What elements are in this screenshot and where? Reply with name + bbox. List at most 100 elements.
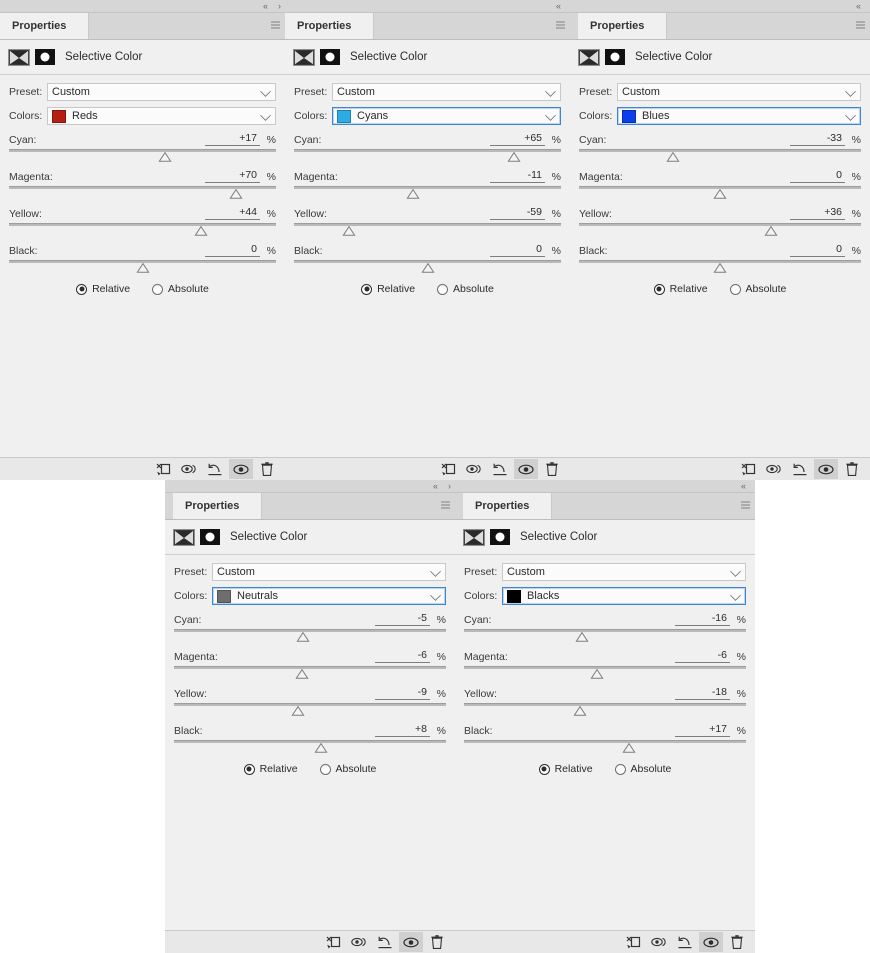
view-previous-state-button[interactable] [177,459,201,479]
radio-absolute-circle[interactable] [614,763,626,775]
slider-track-yellow[interactable] [9,223,276,237]
radio-relative[interactable]: Relative [538,763,593,775]
radio-absolute[interactable]: Absolute [437,283,494,295]
preset-dropdown[interactable]: Custom [332,83,561,101]
slider-handle-magenta[interactable] [406,189,420,199]
slider-handle-black[interactable] [622,743,636,753]
expand-panel-icon[interactable]: › [278,1,281,11]
collapse-panel-icon[interactable]: « [741,481,746,491]
panel-menu-icon[interactable] [856,21,865,30]
slider-track-yellow[interactable] [174,703,446,717]
slider-handle-magenta[interactable] [229,189,243,199]
panel-menu-icon[interactable] [271,21,280,30]
radio-absolute-circle[interactable] [319,763,331,775]
slider-value-cyan[interactable]: +65 [490,132,545,146]
slider-value-black[interactable]: 0 [205,243,260,257]
slider-track-black[interactable] [174,740,446,754]
slider-value-cyan[interactable]: -5 [375,612,430,626]
slider-track-magenta[interactable] [174,666,446,680]
slider-track-black[interactable] [294,260,561,274]
slider-value-magenta[interactable]: 0 [790,169,845,183]
view-previous-state-button[interactable] [647,932,671,952]
preset-dropdown[interactable]: Custom [212,563,446,581]
radio-absolute-circle[interactable] [152,283,164,295]
radio-relative-circle[interactable] [243,763,255,775]
slider-track-black[interactable] [464,740,746,754]
toggle-visibility-button[interactable] [514,459,538,479]
reset-button[interactable] [373,932,397,952]
clip-to-layer-button[interactable] [621,932,645,952]
slider-handle-cyan[interactable] [296,632,310,642]
slider-value-black[interactable]: 0 [490,243,545,257]
slider-track-magenta[interactable] [579,186,861,200]
layer-mask-icon[interactable] [490,529,510,545]
slider-value-cyan[interactable]: -33 [790,132,845,146]
slider-value-black[interactable]: +17 [675,723,730,737]
colors-dropdown[interactable]: Blacks [502,587,746,605]
radio-relative-circle[interactable] [538,763,550,775]
layer-mask-icon[interactable] [35,49,55,65]
slider-handle-yellow[interactable] [342,226,356,236]
radio-absolute-circle[interactable] [437,283,449,295]
panel-collapse-bar[interactable]: « [455,480,755,493]
toggle-visibility-button[interactable] [814,459,838,479]
radio-relative[interactable]: Relative [76,283,130,295]
clip-to-layer-button[interactable] [436,459,460,479]
slider-value-yellow[interactable]: -9 [375,686,430,700]
slider-value-yellow[interactable]: -18 [675,686,730,700]
slider-track-cyan[interactable] [294,149,561,163]
slider-value-black[interactable]: +8 [375,723,430,737]
colors-dropdown[interactable]: Cyans [332,107,561,125]
toggle-visibility-button[interactable] [229,459,253,479]
toggle-visibility-button[interactable] [399,932,423,952]
colors-dropdown[interactable]: Blues [617,107,861,125]
slider-track-yellow[interactable] [464,703,746,717]
delete-layer-button[interactable] [540,459,564,479]
radio-relative[interactable]: Relative [243,763,298,775]
slider-value-magenta[interactable]: +70 [205,169,260,183]
reset-button[interactable] [788,459,812,479]
slider-handle-cyan[interactable] [158,152,172,162]
view-previous-state-button[interactable] [347,932,371,952]
preset-dropdown[interactable]: Custom [47,83,276,101]
tab-properties[interactable]: Properties [0,13,90,39]
reset-button[interactable] [203,459,227,479]
slider-track-cyan[interactable] [174,629,446,643]
panel-collapse-bar[interactable]: «› [0,0,285,13]
slider-value-magenta[interactable]: -6 [375,649,430,663]
preset-dropdown[interactable]: Custom [502,563,746,581]
radio-relative[interactable]: Relative [653,283,708,295]
panel-menu-icon[interactable] [556,21,565,30]
radio-absolute[interactable]: Absolute [729,283,786,295]
delete-layer-button[interactable] [840,459,864,479]
slider-track-cyan[interactable] [464,629,746,643]
layer-mask-icon[interactable] [605,49,625,65]
slider-track-black[interactable] [579,260,861,274]
slider-handle-yellow[interactable] [291,706,305,716]
slider-handle-magenta[interactable] [590,669,604,679]
radio-relative-circle[interactable] [653,283,665,295]
collapse-panel-icon[interactable]: « [856,1,861,11]
panel-collapse-bar[interactable]: «› [165,480,455,493]
collapse-panel-icon[interactable]: « [263,1,268,11]
slider-value-magenta[interactable]: -6 [675,649,730,663]
slider-value-yellow[interactable]: +36 [790,206,845,220]
slider-value-magenta[interactable]: -11 [490,169,545,183]
slider-track-black[interactable] [9,260,276,274]
slider-handle-black[interactable] [136,263,149,273]
radio-relative-circle[interactable] [361,283,373,295]
expand-panel-icon[interactable]: › [448,481,451,491]
slider-handle-cyan[interactable] [666,152,680,162]
colors-dropdown[interactable]: Neutrals [212,587,446,605]
slider-track-cyan[interactable] [9,149,276,163]
slider-track-magenta[interactable] [464,666,746,680]
clip-to-layer-button[interactable] [321,932,345,952]
clip-to-layer-button[interactable] [151,459,175,479]
slider-handle-yellow[interactable] [573,706,587,716]
radio-absolute[interactable]: Absolute [614,763,671,775]
view-previous-state-button[interactable] [762,459,786,479]
panel-menu-icon[interactable] [441,501,450,510]
delete-layer-button[interactable] [725,932,749,952]
colors-dropdown[interactable]: Reds [47,107,276,125]
slider-handle-black[interactable] [713,263,727,273]
